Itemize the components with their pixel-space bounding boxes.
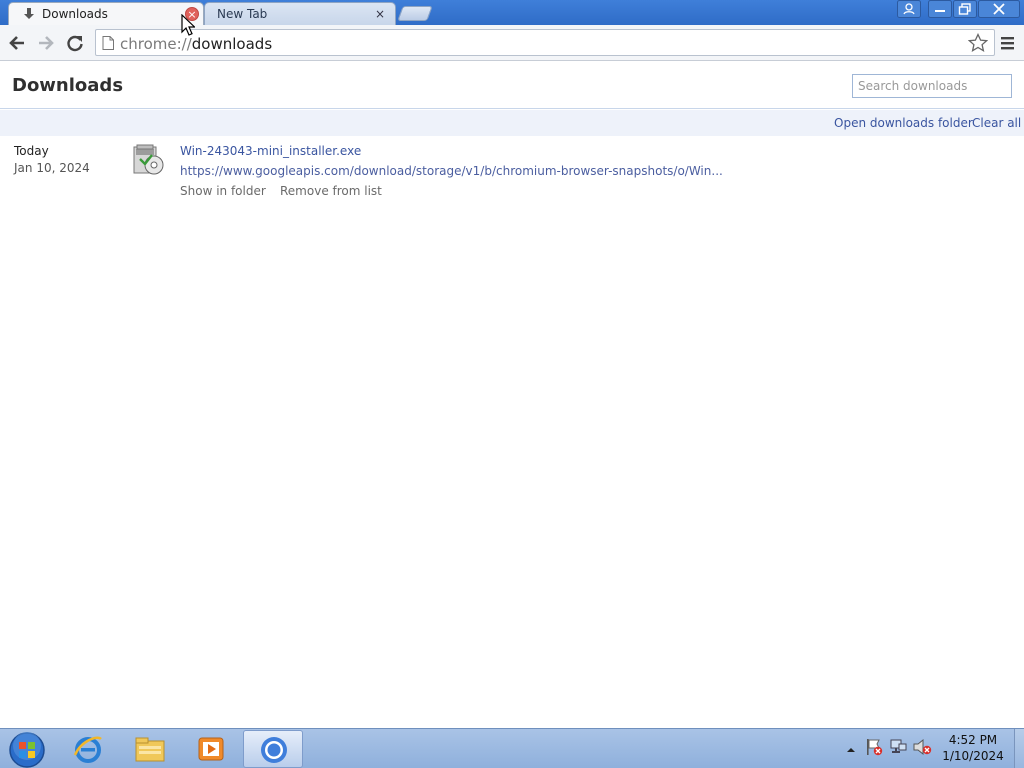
date-day: Today [14, 144, 49, 158]
system-clock[interactable]: 4:52 PM 1/10/2024 [936, 733, 1010, 763]
url-scheme: chrome:// [120, 35, 192, 53]
user-profile-button[interactable] [897, 0, 921, 18]
address-bar[interactable]: chrome://downloads [95, 29, 995, 56]
download-arrow-icon [24, 8, 34, 19]
installer-file-icon [133, 144, 164, 175]
media-player-icon [198, 737, 224, 761]
open-downloads-folder-link[interactable]: Open downloads folder [834, 116, 973, 130]
clock-time: 4:52 PM [948, 733, 998, 747]
action-center-flag-icon[interactable] [864, 737, 884, 757]
network-icon[interactable] [888, 737, 908, 757]
downloads-header: Downloads [0, 61, 1024, 109]
url-text[interactable]: chrome://downloads [120, 35, 272, 53]
tab-title: New Tab [217, 7, 268, 21]
url-path: downloads [191, 35, 273, 53]
close-icon [978, 0, 1020, 18]
minimize-button[interactable] [928, 0, 952, 18]
chrome-icon [261, 737, 287, 763]
mouse-cursor-icon [181, 14, 195, 36]
internet-explorer-icon [73, 736, 102, 763]
minimize-icon [928, 0, 952, 18]
hamburger-menu-icon[interactable] [999, 34, 1017, 52]
close-icon[interactable]: × [373, 7, 387, 21]
remove-from-list-link[interactable]: Remove from list [280, 184, 382, 198]
download-date: Today Jan 10, 2024 [14, 144, 90, 175]
taskbar-internet-explorer[interactable] [58, 730, 118, 768]
page-icon [102, 36, 114, 50]
search-downloads-input[interactable] [852, 74, 1012, 98]
page-title: Downloads [12, 75, 124, 96]
show-in-folder-link[interactable]: Show in folder [180, 184, 266, 198]
date-full: Jan 10, 2024 [14, 161, 90, 175]
taskbar: 4:52 PM 1/10/2024 [0, 728, 1024, 768]
speaker-muted-icon[interactable] [912, 737, 932, 757]
back-arrow-icon[interactable] [7, 33, 27, 53]
show-hidden-icons-icon[interactable] [846, 739, 856, 759]
restore-button[interactable] [953, 0, 977, 18]
tab-downloads[interactable]: Downloads × [8, 2, 204, 25]
file-explorer-icon [135, 737, 165, 762]
clear-all-link[interactable]: Clear all [972, 116, 1021, 130]
taskbar-file-explorer[interactable] [120, 730, 180, 768]
download-url-link[interactable]: https://www.googleapis.com/download/stor… [180, 164, 723, 178]
forward-arrow-icon[interactable] [36, 33, 56, 53]
reload-icon[interactable] [65, 33, 85, 53]
show-desktop-button[interactable] [1014, 729, 1024, 768]
new-tab-button[interactable] [397, 6, 433, 21]
taskbar-media-player[interactable] [181, 730, 241, 768]
tab-new-tab[interactable]: New Tab × [204, 2, 396, 25]
start-orb-icon[interactable] [8, 731, 46, 768]
bookmark-star-icon[interactable] [968, 33, 988, 53]
title-bar: Downloads × New Tab × [0, 0, 1024, 25]
restore-icon [953, 0, 977, 18]
browser-toolbar: chrome://downloads [0, 25, 1024, 61]
taskbar-chrome[interactable] [243, 730, 303, 768]
clock-date: 1/10/2024 [942, 749, 1004, 763]
user-icon [897, 0, 921, 18]
downloads-action-bar: Open downloads folder Clear all [0, 110, 1024, 136]
close-window-button[interactable] [978, 0, 1020, 18]
tab-title: Downloads [42, 7, 108, 21]
download-filename-link[interactable]: Win-243043-mini_installer.exe [180, 144, 361, 158]
